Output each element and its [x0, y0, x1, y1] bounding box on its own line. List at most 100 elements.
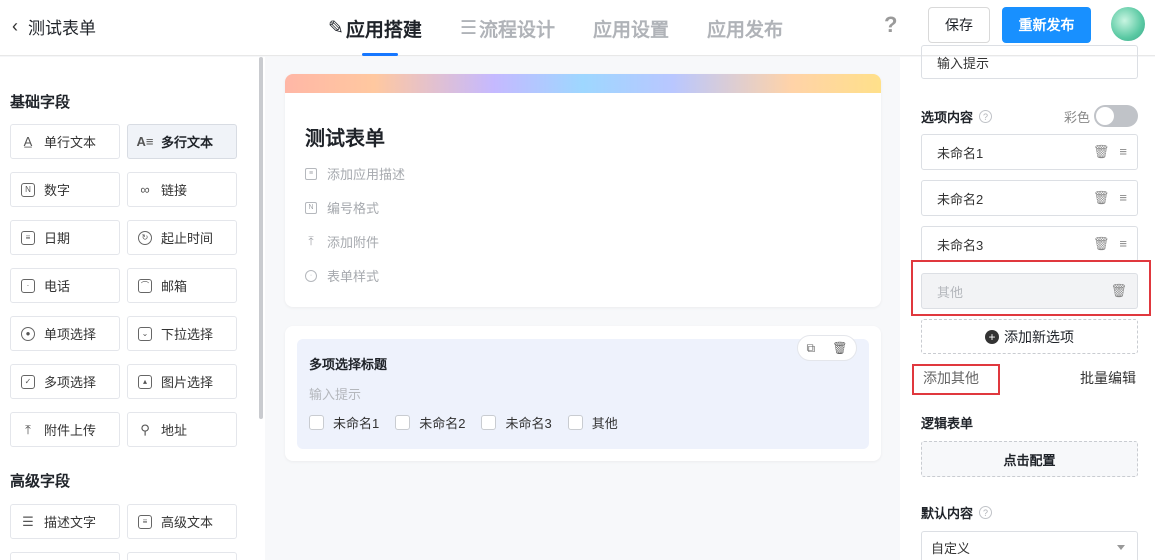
- field-date[interactable]: ≡ 日期: [10, 220, 120, 255]
- option-row[interactable]: 未命名1 🗑 ≡: [921, 134, 1138, 170]
- checkbox[interactable]: [309, 415, 324, 430]
- field-link[interactable]: ∞ 链接: [127, 172, 237, 207]
- properties-panel: 输入提示 选项内容 ? 彩色 未命名1 🗑 ≡ 未命名2 🗑 ≡ 未命名3 🗑 ≡ 其…: [900, 45, 1155, 560]
- option-row[interactable]: 未命名2 🗑 ≡: [921, 180, 1138, 216]
- form-banner: [285, 74, 881, 93]
- form-title[interactable]: 测试表单: [305, 122, 385, 151]
- multi-line-text-icon: A≡: [136, 134, 154, 149]
- field-single-line-text[interactable]: A̲ 单行文本: [10, 124, 120, 159]
- form-canvas: 测试表单 ≡ 添加应用描述 N 编号格式 ⤒ 添加附件 · 表单样式 ⧉ 🗑 多项选择标…: [265, 57, 900, 560]
- field-time-range[interactable]: ↻ 起止时间: [127, 220, 237, 255]
- drag-handle-icon[interactable]: ≡: [1119, 236, 1127, 252]
- help-icon[interactable]: ?: [979, 506, 993, 519]
- field-multi-line-text[interactable]: A≡ 多行文本: [127, 124, 237, 159]
- chevron-left-icon: ‹: [12, 15, 18, 36]
- field-partial[interactable]: [127, 552, 237, 560]
- copy-icon[interactable]: ⧉: [807, 341, 816, 356]
- time-range-icon: ↻: [138, 230, 152, 245]
- location-icon: ⚲: [140, 421, 150, 437]
- palette-icon: ·: [305, 269, 317, 282]
- field-image-choice[interactable]: ▴ 图片选择: [127, 364, 237, 399]
- question-option[interactable]: 其他: [567, 413, 618, 432]
- configure-button[interactable]: 点击配置: [921, 441, 1138, 477]
- field-dropdown[interactable]: ⌄ 下拉选择: [127, 316, 237, 351]
- trash-icon[interactable]: 🗑: [1093, 236, 1110, 252]
- radio-icon: ●: [21, 326, 35, 341]
- batch-edit-link[interactable]: 批量编辑: [1080, 368, 1136, 388]
- help-icon[interactable]: ?: [979, 110, 993, 123]
- logic-form-label: 逻辑表单: [921, 416, 974, 431]
- upload-icon: ⤒: [25, 421, 31, 437]
- description-icon: ☰: [22, 513, 34, 529]
- comment-icon: ≡: [305, 167, 317, 180]
- mail-icon: ⌒: [138, 278, 152, 293]
- field-description[interactable]: ☰ 描述文字: [10, 504, 120, 539]
- rich-text-icon: ≡: [138, 514, 152, 529]
- multi-choice-question[interactable]: ⧉ 🗑 多项选择标题 输入提示 未命名1 未命名2 未命名3 其他: [297, 335, 869, 449]
- single-line-text-icon: A̲: [23, 134, 33, 149]
- add-description-link[interactable]: ≡ 添加应用描述: [305, 164, 405, 183]
- field-palette: 基础字段 A̲ 单行文本 A≡ 多行文本 N 数字 ∞ 链接 ≡ 日期 ↻ 起止时间 · 电话…: [0, 57, 265, 560]
- calendar-icon: ≡: [21, 230, 35, 245]
- field-attachment[interactable]: ⤒ 附件上传: [10, 412, 120, 447]
- field-mail[interactable]: ⌒ 邮箱: [127, 268, 237, 303]
- caret-down-icon: [1117, 545, 1125, 550]
- checkbox-icon: ✓: [21, 374, 35, 389]
- hint-input[interactable]: 输入提示: [921, 45, 1138, 79]
- field-phone[interactable]: · 电话: [10, 268, 120, 303]
- app-title: 测试表单: [28, 18, 96, 38]
- question-card: ⧉ 🗑 多项选择标题 输入提示 未命名1 未命名2 未命名3 其他: [285, 326, 881, 461]
- dropdown-icon: ⌄: [138, 326, 152, 341]
- color-label: 彩色: [1064, 110, 1091, 125]
- field-single-choice[interactable]: ● 单项选择: [10, 316, 120, 351]
- question-option[interactable]: 未命名3: [481, 413, 552, 432]
- trash-icon[interactable]: 🗑: [1093, 190, 1110, 206]
- avatar[interactable]: [1111, 7, 1145, 41]
- question-hint: 输入提示: [309, 387, 362, 402]
- number-format-link[interactable]: N 编号格式: [305, 198, 379, 217]
- question-option[interactable]: 未命名1: [309, 413, 379, 432]
- field-multi-choice[interactable]: ✓ 多项选择: [10, 364, 120, 399]
- question-option[interactable]: 未命名2: [395, 413, 465, 432]
- field-number[interactable]: N 数字: [10, 172, 120, 207]
- checkbox[interactable]: [395, 415, 411, 430]
- scrollbar[interactable]: [259, 57, 263, 419]
- question-title: 多项选择标题: [309, 357, 388, 372]
- help-icon[interactable]: ?: [884, 12, 897, 38]
- question-toolbar: ⧉ 🗑: [797, 335, 857, 361]
- add-option-button[interactable]: + 添加新选项: [921, 319, 1138, 354]
- republish-button[interactable]: 重新发布: [1002, 7, 1091, 43]
- back-button[interactable]: ‹ 测试表单: [12, 14, 96, 38]
- toggle-knob: [1096, 107, 1114, 125]
- main-tabs: ✎ 应用搭建 ☰ 流程设计 应用设置 应用发布: [328, 0, 821, 56]
- image-icon: ▴: [138, 374, 152, 389]
- field-partial[interactable]: [10, 552, 120, 560]
- trash-icon[interactable]: 🗑: [1093, 144, 1110, 160]
- tab-flow-design[interactable]: ☰ 流程设计: [460, 0, 555, 56]
- plus-circle-icon: +: [985, 329, 999, 344]
- default-content-select[interactable]: 自定义: [921, 531, 1138, 560]
- drag-handle-icon[interactable]: ≡: [1119, 144, 1127, 160]
- form-style-link[interactable]: · 表单样式: [305, 266, 379, 285]
- question-options: 未命名1 未命名2 未命名3 其他: [309, 413, 634, 432]
- form-header-card[interactable]: 测试表单 ≡ 添加应用描述 N 编号格式 ⤒ 添加附件 · 表单样式: [285, 74, 881, 307]
- save-button[interactable]: 保存: [928, 7, 990, 43]
- tab-app-build[interactable]: ✎ 应用搭建: [328, 0, 422, 56]
- checkbox[interactable]: [481, 415, 497, 430]
- color-toggle[interactable]: [1094, 105, 1138, 127]
- tab-app-publish[interactable]: 应用发布: [707, 0, 783, 56]
- default-content-label: 默认内容 ?: [921, 503, 993, 522]
- field-address[interactable]: ⚲ 地址: [127, 412, 237, 447]
- field-rich-text[interactable]: ≡ 高级文本: [127, 504, 237, 539]
- drag-handle-icon[interactable]: ≡: [1119, 190, 1127, 206]
- advanced-fields-title: 高级字段: [10, 473, 71, 490]
- checkbox[interactable]: [567, 415, 583, 430]
- tab-app-settings[interactable]: 应用设置: [593, 0, 669, 56]
- basic-fields-title: 基础字段: [10, 94, 71, 111]
- link-icon: ∞: [140, 182, 150, 197]
- delete-icon[interactable]: 🗑: [832, 341, 847, 355]
- upload-icon: ⤒: [308, 234, 314, 248]
- options-label: 选项内容 ?: [921, 107, 993, 126]
- add-attachment-link[interactable]: ⤒ 添加附件: [305, 232, 379, 251]
- option-row[interactable]: 未命名3 🗑 ≡: [921, 226, 1138, 262]
